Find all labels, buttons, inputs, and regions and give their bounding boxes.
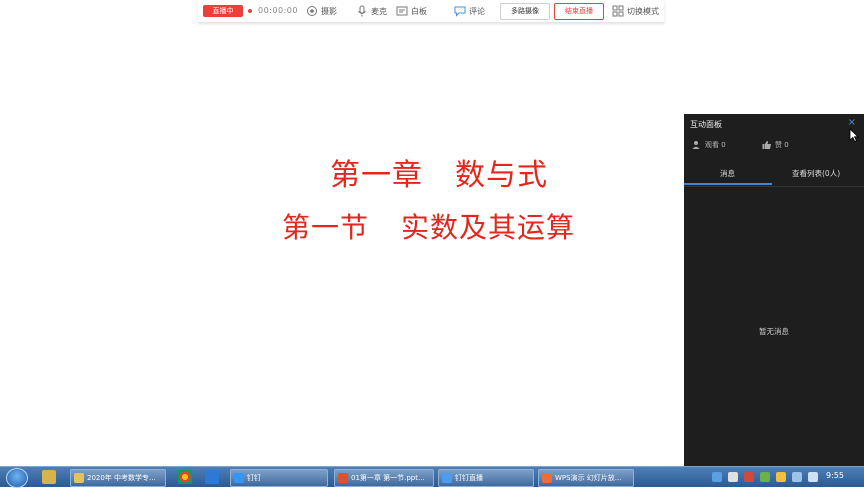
presentation-icon: [338, 473, 348, 483]
camera-label: 摄影: [321, 6, 337, 16]
comment-button[interactable]: 评论: [454, 4, 485, 18]
recording-dot-icon: [248, 9, 252, 13]
taskbar-item-wps-slideshow[interactable]: WPS演示 幻灯片放...: [538, 469, 634, 487]
taskbar-item-folder[interactable]: 2020年 中考数学专...: [70, 469, 166, 487]
section-topic: 实数及其运算: [401, 211, 576, 244]
dingtalk-icon: [234, 473, 244, 483]
switch-mode-button[interactable]: 切换模式: [612, 4, 659, 18]
tray-network-icon[interactable]: [712, 472, 722, 482]
start-button[interactable]: [6, 468, 28, 488]
live-status-badge: 直播中: [203, 5, 243, 17]
comment-icon: [454, 6, 466, 17]
comment-label: 评论: [469, 6, 485, 16]
multi-camera-button[interactable]: 多路摄像: [500, 3, 550, 20]
tray-security-icon[interactable]: [760, 472, 770, 482]
tab-member-list[interactable]: 查看列表(0人): [792, 168, 840, 179]
folder-icon: [74, 473, 84, 483]
likes-label: 赞 0: [775, 141, 789, 149]
section-number: 第一节: [282, 211, 370, 244]
camera-icon: [307, 6, 317, 16]
mic-button[interactable]: 麦克: [356, 4, 387, 18]
chapter-title: 第一章 数与式: [330, 150, 548, 194]
thumbs-up-icon: [762, 140, 771, 149]
chapter-number: 第一章: [330, 158, 423, 193]
taskbar-item-dingtalk-live[interactable]: 钉钉直播: [438, 469, 534, 487]
mic-label: 麦克: [371, 6, 387, 16]
viewers-count: 观看 0: [692, 140, 726, 150]
camera-button[interactable]: 摄影: [306, 4, 337, 18]
windows-taskbar: 2020年 中考数学专... 钉钉 01第一章 第一节.ppt... 钉钉直播 …: [0, 466, 864, 488]
whiteboard-label: 白板: [411, 6, 427, 16]
taskbar-item-label: 钉钉直播: [455, 474, 483, 482]
live-stream-icon: [442, 473, 452, 483]
taskbar-item-label: 01第一章 第一节.ppt...: [351, 474, 425, 482]
grid-icon: [612, 5, 624, 17]
empty-message: 暂无消息: [759, 327, 789, 336]
tray-app-icon[interactable]: [728, 472, 738, 482]
file-explorer-icon[interactable]: [42, 470, 56, 484]
tray-volume-icon[interactable]: [808, 472, 818, 482]
panel-tabs: 消息 查看列表(0人): [684, 162, 864, 187]
wps-icon: [542, 473, 552, 483]
section-title: 第一节 实数及其运算: [282, 206, 575, 246]
switch-mode-label: 切换模式: [627, 6, 659, 16]
close-icon[interactable]: ×: [848, 117, 856, 128]
panel-title: 互动面板: [690, 120, 722, 129]
microphone-icon: [358, 5, 366, 17]
taskbar-item-label: 钉钉: [247, 474, 261, 482]
taskbar-clock[interactable]: 9:55: [826, 471, 844, 480]
whiteboard-icon: [396, 6, 408, 16]
viewers-label: 观看 0: [705, 141, 726, 149]
app-p-icon[interactable]: [205, 470, 219, 484]
chrome-icon[interactable]: [178, 470, 192, 484]
users-icon: [692, 141, 700, 149]
tray-calendar-icon[interactable]: [744, 472, 754, 482]
chapter-topic: 数与式: [455, 158, 548, 193]
end-live-button[interactable]: 结束直播: [554, 3, 604, 20]
whiteboard-button[interactable]: 白板: [396, 4, 427, 18]
live-timer: 00:00:00: [258, 6, 298, 15]
taskbar-item-dingtalk[interactable]: 钉钉: [230, 469, 328, 487]
interaction-panel: 互动面板 × 观看 0 赞 0 消息 查看列表(0人) 暂无消息: [684, 114, 864, 466]
live-toolbar: 直播中 00:00:00 摄影 麦克 白板 评论 多路摄像 结束直播 切换模式: [198, 0, 664, 23]
active-tab-indicator: [684, 183, 772, 185]
mouse-cursor-icon: [849, 128, 859, 142]
taskbar-item-label: 2020年 中考数学专...: [87, 474, 156, 482]
tray-battery-icon[interactable]: [792, 472, 802, 482]
taskbar-item-ppt[interactable]: 01第一章 第一节.ppt...: [334, 469, 434, 487]
likes-count: 赞 0: [762, 140, 789, 150]
tray-update-icon[interactable]: [776, 472, 786, 482]
tab-messages[interactable]: 消息: [720, 168, 735, 179]
taskbar-item-label: WPS演示 幻灯片放...: [555, 474, 622, 482]
